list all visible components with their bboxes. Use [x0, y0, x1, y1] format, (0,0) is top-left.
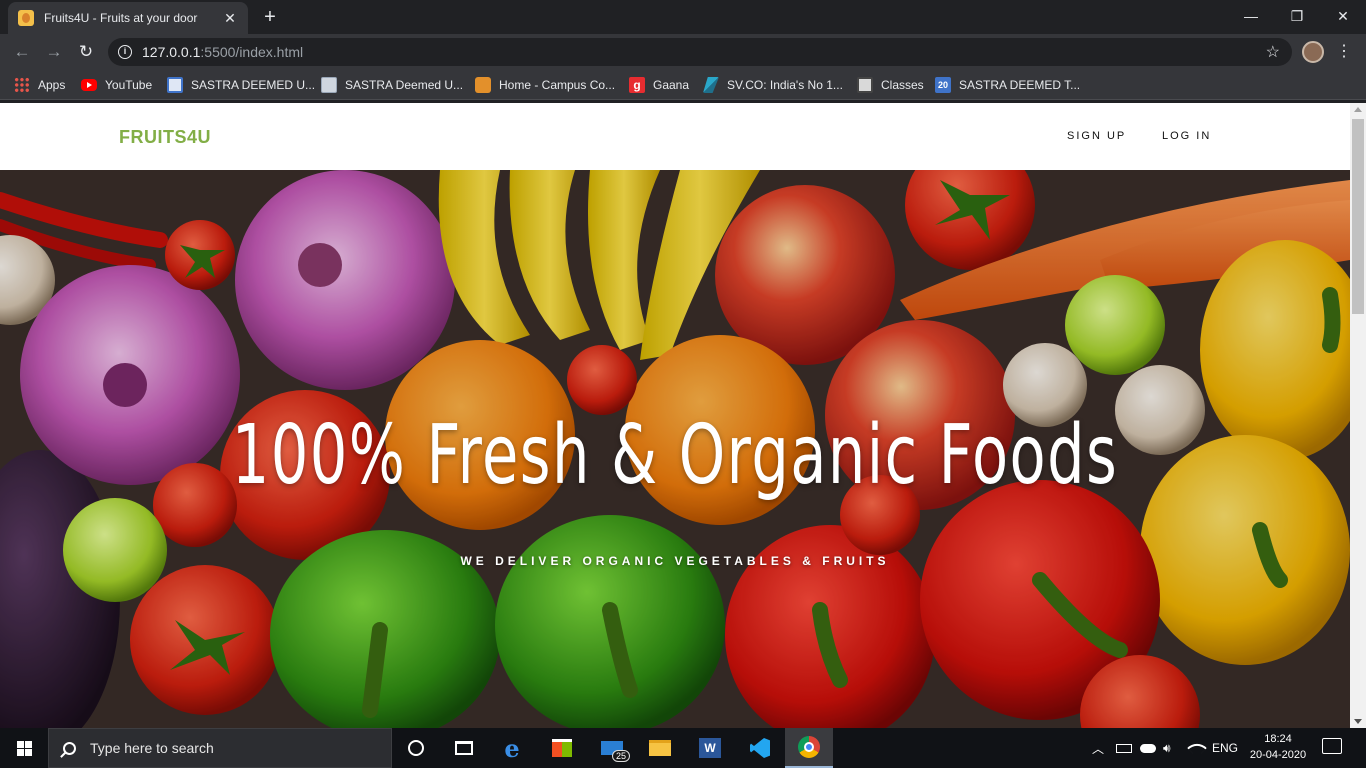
store-icon [552, 739, 572, 757]
bookmark-gaana[interactable]: g Gaana [629, 76, 689, 94]
bookmark-svco[interactable]: SV.CO: India's No 1... [703, 76, 843, 94]
site-info-icon[interactable]: i [118, 45, 132, 59]
bookmark-apps[interactable]: Apps [14, 76, 65, 94]
edge-app[interactable]: e [488, 728, 536, 768]
vscode-app[interactable] [736, 728, 784, 768]
url-host: 127.0.0.1 [142, 44, 201, 60]
back-button[interactable]: ← [10, 40, 34, 64]
bookmark-label: SASTRA DEEMED U... [191, 78, 316, 92]
bookmark-campus[interactable]: Home - Campus Co... [475, 76, 615, 94]
tab-strip: Fruits4U - Fruits at your door ✕ + — ❐ ✕ [0, 0, 1366, 34]
window-close-button[interactable]: ✕ [1320, 0, 1366, 32]
url-path: :5500/index.html [200, 44, 304, 60]
tab-close-icon[interactable]: ✕ [222, 10, 238, 27]
page-scrollbar[interactable] [1350, 103, 1366, 728]
start-button[interactable] [0, 728, 48, 768]
bookmark-label: Home - Campus Co... [499, 78, 616, 92]
site-navbar: FRUITS4U SIGN UP LOG IN [0, 103, 1350, 170]
scroll-up-icon[interactable] [1354, 107, 1362, 112]
profile-avatar[interactable] [1302, 41, 1324, 63]
edge-icon: e [504, 733, 520, 763]
bookmark-classes[interactable]: Classes [857, 76, 924, 94]
wifi-tray[interactable] [1187, 728, 1207, 768]
bookmark-label: Classes [881, 78, 924, 92]
chevron-up-icon: ︿ [1092, 741, 1105, 756]
site-brand-logo[interactable]: FRUITS4U [119, 127, 211, 148]
bookmark-label: Apps [38, 78, 66, 92]
bookmarks-bar: Apps YouTube SASTRA DEEMED U... SASTRA D… [0, 70, 1366, 100]
wifi-icon [1187, 738, 1207, 758]
store-app[interactable] [538, 728, 586, 768]
volume-tray[interactable]: 🔊︎ [1163, 728, 1171, 768]
cortana-circle-icon [408, 740, 424, 756]
system-clock[interactable]: 18:24 20-04-2020 [1246, 731, 1310, 763]
mail-app[interactable]: 25 [588, 728, 636, 768]
speaker-icon: 🔊︎ [1163, 740, 1171, 755]
tab-title: Fruits4U - Fruits at your door [44, 11, 198, 25]
maximize-button[interactable]: ❐ [1274, 0, 1320, 32]
login-link[interactable]: LOG IN [1162, 130, 1211, 142]
task-view-button[interactable] [440, 728, 488, 768]
signup-link[interactable]: SIGN UP [1067, 130, 1126, 142]
browser-toolbar: ← → ↻ i 127.0.0.1 :5500/index.html ☆ ⋮ [0, 34, 1366, 70]
youtube-icon [81, 79, 97, 91]
bookmark-youtube[interactable]: YouTube [81, 76, 152, 94]
task-view-icon [455, 741, 473, 755]
windows-logo-icon [16, 740, 32, 756]
browser-tab[interactable]: Fruits4U - Fruits at your door ✕ [8, 2, 248, 34]
hero-banner: 100% Fresh & Organic Foods WE DELIVER OR… [0, 170, 1350, 728]
bookmark-label: Gaana [653, 78, 690, 92]
bookmark-label: SASTRA Deemed U... [345, 78, 464, 92]
hero-subtitle: WE DELIVER ORGANIC VEGETABLES & FRUITS [460, 554, 890, 568]
calendar-icon: 20 [935, 77, 951, 93]
bookmark-label: SV.CO: India's No 1... [727, 78, 843, 92]
svco-icon [703, 77, 719, 93]
word-icon: W [699, 738, 721, 758]
vscode-icon [750, 738, 770, 758]
folder-icon [649, 740, 671, 756]
address-bar[interactable]: i 127.0.0.1 :5500/index.html ☆ [108, 38, 1292, 66]
chrome-icon [798, 736, 820, 758]
bookmark-sastra-3[interactable]: 20 SASTRA DEEMED T... [935, 76, 1080, 94]
page-viewport: FRUITS4U SIGN UP LOG IN 100% Fresh & Org… [0, 103, 1350, 728]
browser-menu-icon[interactable]: ⋮ [1336, 40, 1352, 64]
bookmark-label: YouTube [105, 78, 153, 92]
sastra-icon [167, 77, 183, 93]
cloud-icon [1140, 743, 1156, 753]
minimize-button[interactable]: — [1228, 0, 1274, 32]
bookmark-sastra-1[interactable]: SASTRA DEEMED U... [167, 76, 315, 94]
file-explorer-app[interactable] [636, 728, 684, 768]
windows-taskbar: Type here to search e 25 W ︿ 🔊︎ ENG 18:2… [0, 728, 1366, 768]
search-icon [63, 741, 76, 755]
battery-icon [1116, 743, 1132, 753]
bookmark-label: SASTRA DEEMED T... [959, 78, 1081, 92]
bookmark-sastra-2[interactable]: SASTRA Deemed U... [321, 76, 463, 94]
gaana-icon: g [629, 77, 645, 93]
hero-title: 100% Fresh & Organic Foods [231, 408, 1119, 503]
show-hidden-icons[interactable]: ︿ [1092, 728, 1104, 768]
chrome-app[interactable] [785, 728, 833, 768]
campus-icon [475, 77, 491, 93]
word-app[interactable]: W [686, 728, 734, 768]
scroll-down-icon[interactable] [1354, 719, 1362, 724]
battery-tray[interactable] [1116, 728, 1132, 768]
new-tab-button[interactable]: + [258, 6, 282, 30]
mail-badge: 25 [611, 750, 630, 762]
cortana-button[interactable] [392, 728, 440, 768]
classes-icon [857, 77, 873, 93]
clock-time: 18:24 [1264, 733, 1292, 745]
input-language[interactable]: ENG [1212, 728, 1238, 768]
taskbar-search-box[interactable]: Type here to search [48, 728, 392, 768]
apps-grid-icon [14, 77, 30, 93]
sastra-page-icon [321, 77, 337, 93]
clock-date: 20-04-2020 [1249, 749, 1307, 761]
onedrive-tray[interactable] [1140, 728, 1156, 768]
forward-button[interactable]: → [42, 40, 66, 64]
bookmark-star-icon[interactable]: ☆ [1266, 42, 1280, 62]
taskbar-search-placeholder: Type here to search [90, 740, 214, 756]
reload-button[interactable]: ↻ [74, 40, 98, 64]
notification-center-icon[interactable] [1322, 738, 1342, 754]
scroll-thumb[interactable] [1352, 119, 1364, 314]
fruit-favicon-icon [18, 10, 34, 26]
